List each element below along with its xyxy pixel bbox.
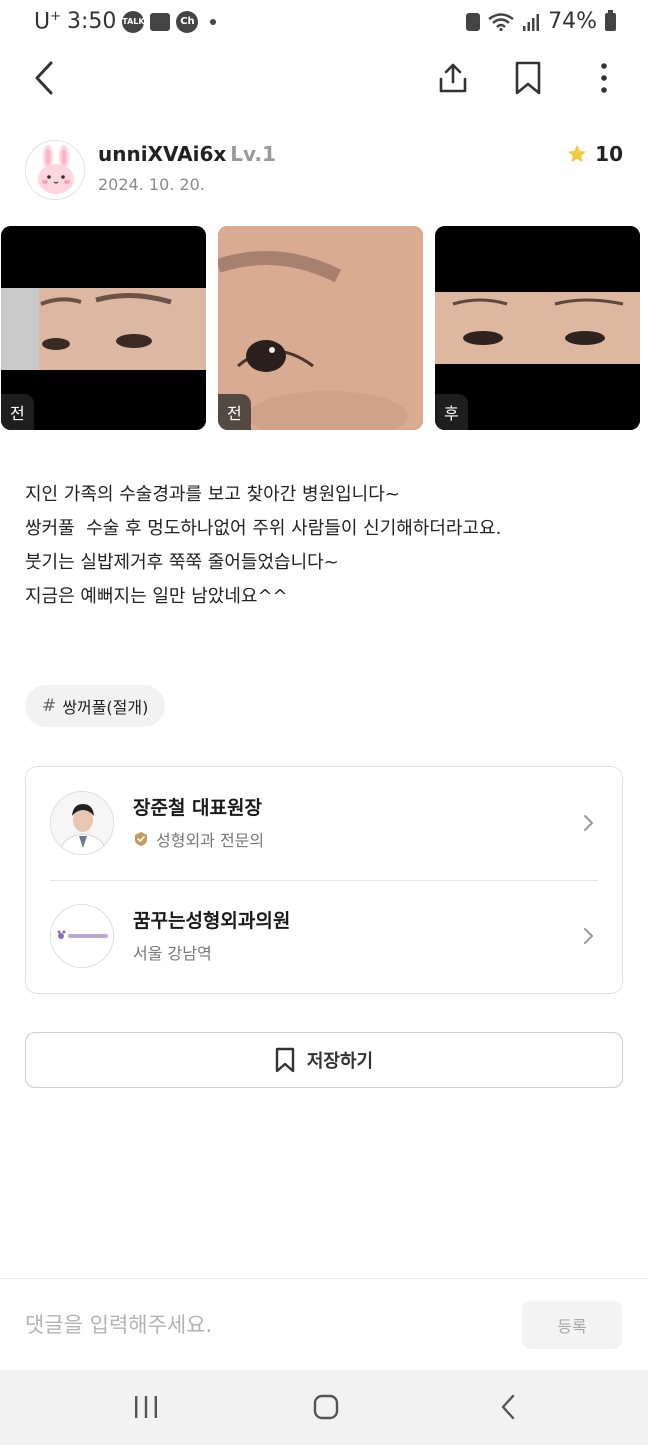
doctor-clinic-card: 장준철 대표원장 성형외과 전문의 꿈꾸는성형외과의원 서울 강남역 bbox=[25, 766, 623, 994]
back-button[interactable] bbox=[24, 58, 64, 98]
battery-percent: 74% bbox=[548, 9, 597, 34]
doctor-specialty-label: 성형외과 전문의 bbox=[156, 831, 265, 850]
clinic-name: 꿈꾸는성형외과의원 bbox=[133, 910, 291, 932]
star-icon bbox=[568, 145, 587, 163]
top-navigation bbox=[0, 50, 648, 106]
specialist-badge-icon bbox=[135, 832, 147, 846]
chevron-right-icon bbox=[584, 928, 593, 944]
more-options-button[interactable] bbox=[584, 58, 624, 98]
doctor-avatar bbox=[50, 791, 114, 855]
kakaotalk-notification-icon: TALK bbox=[122, 10, 145, 33]
post-line: 지인 가족의 수술경과를 보고 찾아간 병원입니다~ bbox=[25, 484, 400, 505]
photo-gallery: 전 전 후 bbox=[1, 226, 641, 430]
author-level: Lv.1 bbox=[230, 142, 276, 166]
system-navigation-bar bbox=[0, 1370, 648, 1445]
home-button[interactable] bbox=[309, 1392, 343, 1422]
post-line: 지금은 예뻐지는 일만 남았네요^^ bbox=[25, 586, 288, 607]
system-back-button[interactable] bbox=[491, 1392, 525, 1422]
clock: 3:50 bbox=[67, 9, 117, 35]
status-left: U+ 3:50 TALK Ch bbox=[34, 9, 217, 35]
doctor-specialty: 성형외과 전문의 bbox=[133, 827, 264, 851]
hash-icon: # bbox=[42, 696, 57, 716]
clinic-row[interactable]: 꿈꾸는성형외과의원 서울 강남역 bbox=[26, 880, 624, 993]
author-username[interactable]: unniXVAi6x Lv.1 bbox=[98, 142, 276, 166]
comment-submit-button[interactable]: 등록 bbox=[522, 1301, 622, 1349]
carrier-label: U+ bbox=[34, 9, 62, 35]
channel-notification-icon: Ch bbox=[176, 10, 199, 33]
photo-tag: 전 bbox=[218, 394, 251, 430]
photo-tag: 후 bbox=[435, 394, 468, 430]
author-avatar[interactable] bbox=[25, 140, 85, 200]
signal-icon bbox=[523, 13, 540, 31]
battery-icon bbox=[605, 9, 616, 31]
doctor-row[interactable]: 장준철 대표원장 성형외과 전문의 bbox=[26, 767, 624, 880]
hashtag-label: 쌍꺼풀(절개) bbox=[62, 698, 149, 717]
save-review-button[interactable]: 저장하기 bbox=[25, 1032, 623, 1088]
hashtag-chip[interactable]: # 쌍꺼풀(절개) bbox=[25, 685, 166, 727]
author-info: unniXVAi6x Lv.1 2024. 10. 20. 10 bbox=[25, 140, 623, 202]
bunny-avatar-icon bbox=[38, 145, 74, 194]
save-button-label: 저장하기 bbox=[306, 1051, 374, 1072]
back-arrow-icon bbox=[35, 61, 53, 95]
post-line: 붓기는 실밥제거후 쭉쭉 줄어들었습니다~ bbox=[25, 552, 339, 573]
share-button[interactable] bbox=[433, 58, 473, 98]
doctor-portrait-icon bbox=[51, 792, 113, 854]
review-detail-screen: U+ 3:50 TALK Ch 74% unniXVAi6x Lv.1 2024… bbox=[0, 0, 648, 1445]
post-line: 쌍커풀 수술 후 멍도하나없어 주위 사람들이 신기해하더라고요. bbox=[25, 518, 502, 539]
more-vertical-icon bbox=[601, 63, 607, 93]
wifi-icon bbox=[488, 12, 514, 31]
gallery-notification-icon bbox=[150, 12, 171, 31]
photo-tag: 전 bbox=[1, 394, 34, 430]
recent-apps-button[interactable] bbox=[129, 1392, 163, 1422]
rating-value: 10 bbox=[595, 142, 623, 166]
back-chevron-icon bbox=[501, 1394, 515, 1420]
comment-input[interactable] bbox=[25, 1301, 495, 1349]
chevron-right-icon bbox=[584, 815, 593, 831]
bookmark-icon bbox=[275, 1047, 295, 1073]
clinic-logo-icon bbox=[51, 905, 113, 967]
photo-before-2[interactable]: 전 bbox=[218, 226, 423, 430]
bookmark-icon bbox=[515, 61, 541, 95]
status-right: 74% bbox=[466, 9, 616, 34]
rating: 10 bbox=[567, 142, 623, 166]
status-bar: U+ 3:50 TALK Ch 74% bbox=[0, 0, 648, 44]
comment-bar: 등록 bbox=[0, 1278, 648, 1370]
doctor-name: 장준철 대표원장 bbox=[133, 797, 262, 819]
clinic-location: 서울 강남역 bbox=[133, 944, 212, 963]
clinic-logo bbox=[50, 904, 114, 968]
post-date: 2024. 10. 20. bbox=[98, 175, 205, 194]
home-icon bbox=[313, 1394, 339, 1420]
more-notifications-icon bbox=[210, 18, 217, 25]
bookmark-button[interactable] bbox=[508, 58, 548, 98]
photo-before-1[interactable]: 전 bbox=[1, 226, 206, 430]
post-body: 지인 가족의 수술경과를 보고 찾아간 병원입니다~ 쌍커풀 수술 후 멍도하나… bbox=[25, 478, 625, 614]
photo-after[interactable]: 후 bbox=[435, 226, 640, 430]
nfc-icon bbox=[466, 12, 481, 31]
share-icon bbox=[439, 63, 467, 93]
recent-apps-icon bbox=[135, 1396, 157, 1418]
